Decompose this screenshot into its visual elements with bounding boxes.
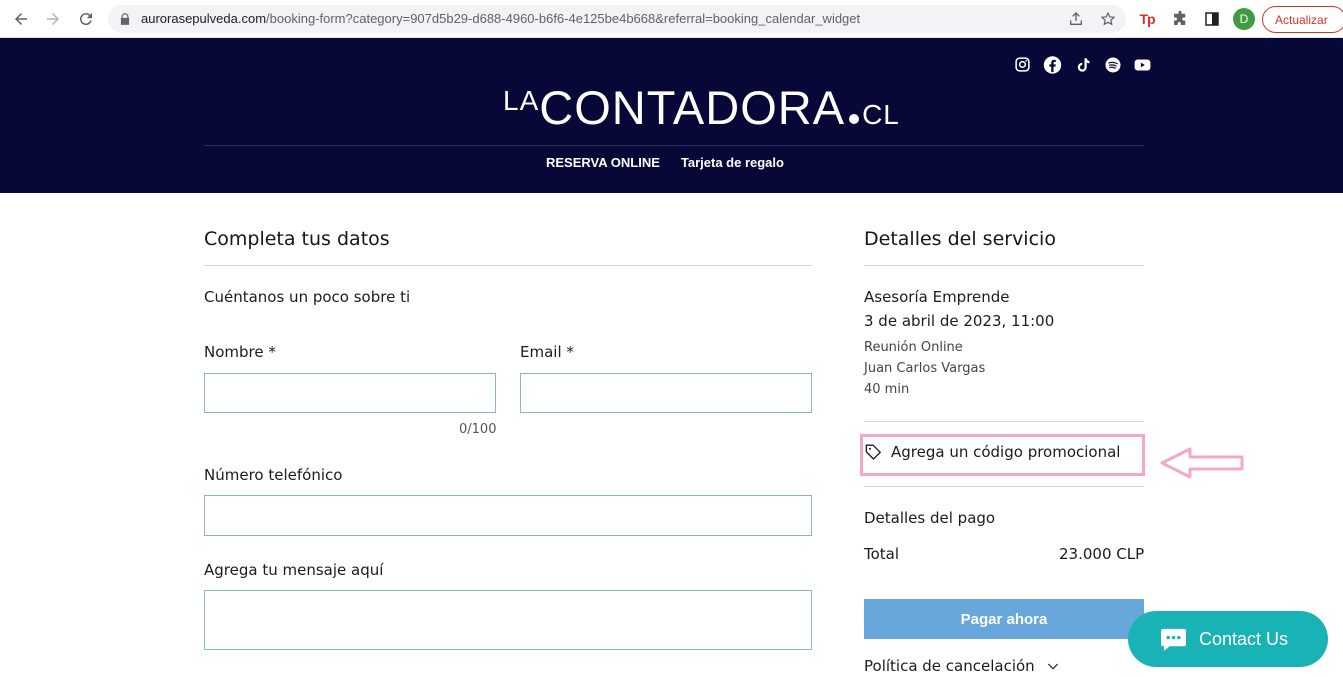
- chat-bubble-icon: [1161, 628, 1186, 651]
- side-panel-icon[interactable]: [1202, 9, 1222, 29]
- service-name: Asesoría Emprende: [864, 288, 1010, 306]
- total-label: Total: [864, 545, 900, 563]
- update-label: Actualizar: [1275, 12, 1328, 27]
- promo-code-label: Agrega un código promocional: [891, 442, 1121, 461]
- phone-label: Número telefónico: [204, 466, 343, 484]
- extensions-icon[interactable]: [1170, 9, 1190, 29]
- star-icon[interactable]: [1100, 11, 1116, 27]
- share-icon[interactable]: [1068, 11, 1084, 27]
- form-subtitle: Cuéntanos un poco sobre ti: [204, 288, 411, 306]
- tag-icon: [865, 444, 881, 460]
- forward-button[interactable]: [42, 8, 64, 30]
- menu-item-tarjeta-regalo[interactable]: Tarjeta de regalo: [681, 155, 784, 170]
- site-logo[interactable]: LA CONTADORA CL: [503, 80, 900, 135]
- lock-icon: [120, 13, 130, 25]
- header-divider: [204, 145, 1144, 146]
- service-staff: Juan Carlos Vargas: [864, 361, 986, 376]
- details-title-divider: [864, 265, 1144, 266]
- promo-divider: [864, 486, 1144, 487]
- details-divider: [864, 421, 1144, 422]
- reload-button[interactable]: [75, 8, 97, 30]
- chevron-down-icon: [1047, 663, 1058, 670]
- phone-field-wrapper: [204, 495, 812, 536]
- instagram-icon[interactable]: [1013, 55, 1032, 74]
- spotify-icon[interactable]: [1103, 55, 1122, 74]
- main-menu: RESERVA ONLINE Tarjeta de regalo: [546, 155, 784, 170]
- total-value: 23.000 CLP: [1059, 545, 1145, 563]
- address-bar[interactable]: aurorasepulveda.com/booking-form?categor…: [108, 5, 1126, 33]
- contact-us-button[interactable]: Contact Us: [1128, 611, 1328, 667]
- reload-icon: [79, 13, 92, 26]
- youtube-icon[interactable]: [1133, 55, 1152, 74]
- url-host: aurorasepulveda.com: [141, 11, 267, 26]
- forward-arrow-icon: [47, 13, 59, 25]
- logo-dot: [849, 114, 860, 124]
- message-field[interactable]: [205, 591, 811, 649]
- form-title-divider: [204, 265, 812, 266]
- message-field-wrapper: [204, 590, 812, 650]
- logo-main: CONTADORA: [539, 81, 846, 134]
- email-label: Email *: [520, 343, 574, 361]
- service-datetime: 3 de abril de 2023, 11:00: [864, 312, 1055, 330]
- tiktok-icon[interactable]: [1073, 55, 1092, 74]
- tp-extension-icon[interactable]: Tp: [1137, 9, 1157, 29]
- service-location: Reunión Online: [864, 340, 963, 355]
- update-button[interactable]: Actualizar: [1262, 6, 1343, 33]
- site-header: LA CONTADORA CL RESERVA ONLINE Tarjeta d…: [0, 38, 1343, 193]
- phone-field[interactable]: [205, 496, 811, 535]
- logo-suffix: CL: [862, 99, 900, 130]
- promo-code-link[interactable]: Agrega un código promocional: [864, 442, 1120, 461]
- social-links: [1013, 55, 1152, 74]
- url-path: /booking-form?category=907d5b29-d688-496…: [266, 11, 861, 26]
- form-title: Completa tus datos: [204, 228, 390, 250]
- name-char-counter: 0/100: [459, 422, 497, 437]
- tp-extension-label: Tp: [1139, 11, 1155, 27]
- back-arrow-icon: [15, 13, 27, 25]
- menu-item-reserva-online[interactable]: RESERVA ONLINE: [546, 155, 660, 170]
- message-label: Agrega tu mensaje aquí: [204, 561, 384, 579]
- profile-avatar[interactable]: D: [1233, 8, 1255, 30]
- service-duration: 40 min: [864, 382, 910, 397]
- details-title: Detalles del servicio: [864, 228, 1056, 250]
- payment-title: Detalles del pago: [864, 509, 996, 527]
- pay-now-button[interactable]: Pagar ahora: [864, 599, 1144, 639]
- name-field-wrapper: [204, 373, 496, 413]
- profile-initial: D: [1239, 12, 1249, 26]
- email-field-wrapper: [520, 373, 812, 413]
- contact-us-label: Contact Us: [1199, 628, 1289, 649]
- back-button[interactable]: [10, 8, 32, 30]
- annotation-arrow-icon: [1160, 447, 1244, 479]
- cancellation-policy-toggle[interactable]: Política de cancelación: [864, 657, 1061, 675]
- browser-toolbar: aurorasepulveda.com/booking-form?categor…: [0, 0, 1343, 38]
- url-text: aurorasepulveda.com/booking-form?categor…: [141, 11, 860, 26]
- facebook-icon[interactable]: [1043, 55, 1062, 74]
- name-field[interactable]: [205, 374, 495, 412]
- name-label: Nombre *: [204, 343, 276, 361]
- email-field[interactable]: [521, 374, 811, 412]
- logo-prefix: LA: [503, 85, 540, 116]
- cancellation-policy-label: Política de cancelación: [864, 657, 1035, 675]
